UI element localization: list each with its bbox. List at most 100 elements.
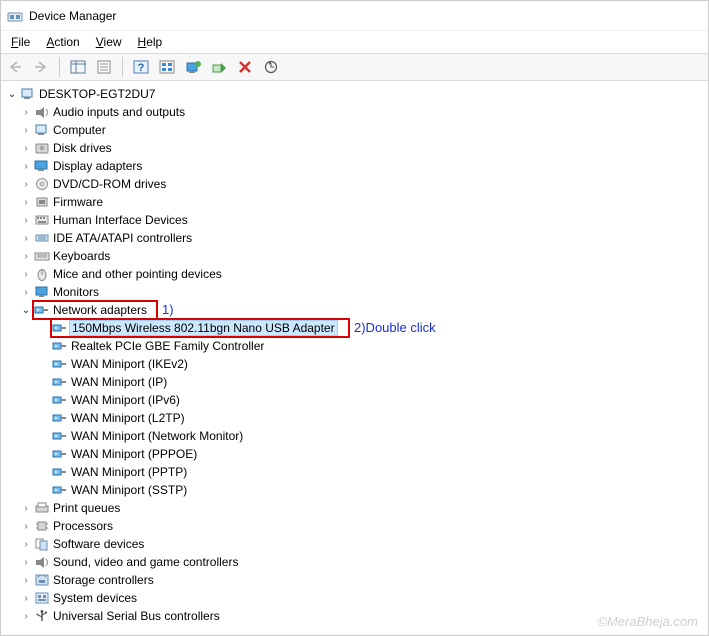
chevron-down-icon[interactable]: ⌄: [19, 305, 33, 316]
device-label: WAN Miniport (L2TP): [69, 411, 185, 425]
hid-icon: [33, 212, 51, 228]
computer-icon: [19, 86, 37, 102]
monitor-icon: [33, 284, 51, 300]
chevron-right-icon[interactable]: ›: [19, 107, 33, 118]
show-hide-tree-button[interactable]: [66, 56, 90, 78]
update-driver-button[interactable]: [181, 56, 205, 78]
category-label: Computer: [51, 123, 106, 137]
chevron-right-icon[interactable]: ›: [19, 611, 33, 622]
tree-category[interactable]: › Sound, video and game controllers: [1, 553, 708, 571]
display-icon: [33, 158, 51, 174]
keyboard-icon: [33, 248, 51, 264]
chevron-right-icon[interactable]: ›: [19, 233, 33, 244]
chevron-right-icon[interactable]: ›: [19, 287, 33, 298]
chevron-right-icon[interactable]: ›: [19, 503, 33, 514]
tree-device-network-adapter[interactable]: WAN Miniport (SSTP): [1, 481, 708, 499]
disk-icon: [33, 140, 51, 156]
chevron-right-icon[interactable]: ›: [19, 269, 33, 280]
dvd-icon: [33, 176, 51, 192]
back-button[interactable]: [3, 56, 27, 78]
action-button[interactable]: [155, 56, 179, 78]
tree-category[interactable]: ›Human Interface Devices: [1, 211, 708, 229]
tree-device-network-adapter[interactable]: WAN Miniport (IKEv2): [1, 355, 708, 373]
chevron-right-icon[interactable]: ›: [19, 125, 33, 136]
computer-icon: [33, 122, 51, 138]
scan-hardware-button[interactable]: [259, 56, 283, 78]
tree-category[interactable]: ›Firmware: [1, 193, 708, 211]
tree-category[interactable]: › DVD/CD-ROM drives: [1, 175, 708, 193]
help-button[interactable]: ?: [129, 56, 153, 78]
category-label: Print queues: [51, 501, 120, 515]
tree-category[interactable]: › Computer: [1, 121, 708, 139]
software-icon: [33, 536, 51, 552]
device-tree[interactable]: ⌄ DESKTOP-EGT2DU7 ›Audio inputs and outp…: [1, 81, 708, 621]
tree-category[interactable]: ›Monitors: [1, 283, 708, 301]
category-label: System devices: [51, 591, 137, 605]
tree-device-network-adapter[interactable]: 150Mbps Wireless 802.11bgn Nano USB Adap…: [1, 319, 708, 337]
window-title: Device Manager: [29, 9, 116, 23]
tree-device-network-adapter[interactable]: WAN Miniport (Network Monitor): [1, 427, 708, 445]
category-label: DVD/CD-ROM drives: [51, 177, 166, 191]
chevron-down-icon[interactable]: ⌄: [5, 89, 19, 100]
tree-category[interactable]: ›Disk drives: [1, 139, 708, 157]
network-adapter-icon: [51, 320, 69, 336]
chevron-right-icon[interactable]: ›: [19, 161, 33, 172]
category-label: IDE ATA/ATAPI controllers: [51, 231, 192, 245]
menu-help[interactable]: Help: [132, 33, 169, 51]
chevron-right-icon[interactable]: ›: [19, 143, 33, 154]
enable-button[interactable]: [207, 56, 231, 78]
tree-root[interactable]: ⌄ DESKTOP-EGT2DU7: [1, 85, 708, 103]
menu-view[interactable]: View: [90, 33, 128, 51]
cpu-icon: [33, 518, 51, 534]
tree-category[interactable]: ›Storage controllers: [1, 571, 708, 589]
forward-button[interactable]: [29, 56, 53, 78]
tree-device-network-adapter[interactable]: WAN Miniport (L2TP): [1, 409, 708, 427]
network-adapter-icon: [51, 356, 69, 372]
chevron-right-icon[interactable]: ›: [19, 251, 33, 262]
watermark: ©MeraBheja.com: [597, 614, 698, 629]
tree-device-network-adapter[interactable]: WAN Miniport (IPv6): [1, 391, 708, 409]
tree-category[interactable]: ›Audio inputs and outputs: [1, 103, 708, 121]
tree-category-network-adapters[interactable]: ⌄ Network adapters: [1, 301, 708, 319]
device-label: WAN Miniport (PPPOE): [69, 447, 197, 461]
category-label: Universal Serial Bus controllers: [51, 609, 220, 621]
tree-category[interactable]: › Display adapters: [1, 157, 708, 175]
properties-button[interactable]: [92, 56, 116, 78]
category-label: Display adapters: [51, 159, 142, 173]
menu-action[interactable]: Action: [40, 33, 85, 51]
device-label: 150Mbps Wireless 802.11bgn Nano USB Adap…: [69, 320, 338, 336]
tree-category[interactable]: ›Mice and other pointing devices: [1, 265, 708, 283]
uninstall-button[interactable]: [233, 56, 257, 78]
category-label: Sound, video and game controllers: [51, 555, 238, 569]
tree-device-network-adapter[interactable]: Realtek PCIe GBE Family Controller: [1, 337, 708, 355]
chevron-right-icon[interactable]: ›: [19, 539, 33, 550]
chevron-right-icon[interactable]: ›: [19, 215, 33, 226]
chevron-right-icon[interactable]: ›: [19, 179, 33, 190]
chevron-right-icon[interactable]: ›: [19, 521, 33, 532]
network-adapter-icon: [51, 410, 69, 426]
audio-icon: [33, 104, 51, 120]
menu-file[interactable]: File: [5, 33, 36, 51]
toolbar-separator: [59, 57, 60, 77]
mouse-icon: [33, 266, 51, 282]
device-label: WAN Miniport (IP): [69, 375, 167, 389]
tree-category[interactable]: ›Processors: [1, 517, 708, 535]
toolbar: ?: [1, 53, 708, 81]
tree-category[interactable]: ›Software devices: [1, 535, 708, 553]
tree-category[interactable]: ›Keyboards: [1, 247, 708, 265]
tree-device-network-adapter[interactable]: WAN Miniport (PPPOE): [1, 445, 708, 463]
network-adapters-icon: [33, 302, 51, 318]
tree-category[interactable]: › IDE ATA/ATAPI controllers: [1, 229, 708, 247]
network-adapter-icon: [51, 338, 69, 354]
tree-device-network-adapter[interactable]: WAN Miniport (IP): [1, 373, 708, 391]
chevron-right-icon[interactable]: ›: [19, 593, 33, 604]
chevron-right-icon[interactable]: ›: [19, 575, 33, 586]
chevron-right-icon[interactable]: ›: [19, 557, 33, 568]
tree-category[interactable]: › Print queues: [1, 499, 708, 517]
ide-icon: [33, 230, 51, 246]
tree-category[interactable]: › System devices: [1, 589, 708, 607]
tree-device-network-adapter[interactable]: WAN Miniport (PPTP): [1, 463, 708, 481]
chevron-right-icon[interactable]: ›: [19, 197, 33, 208]
device-label: Realtek PCIe GBE Family Controller: [69, 339, 264, 353]
device-manager-icon: [7, 8, 23, 24]
